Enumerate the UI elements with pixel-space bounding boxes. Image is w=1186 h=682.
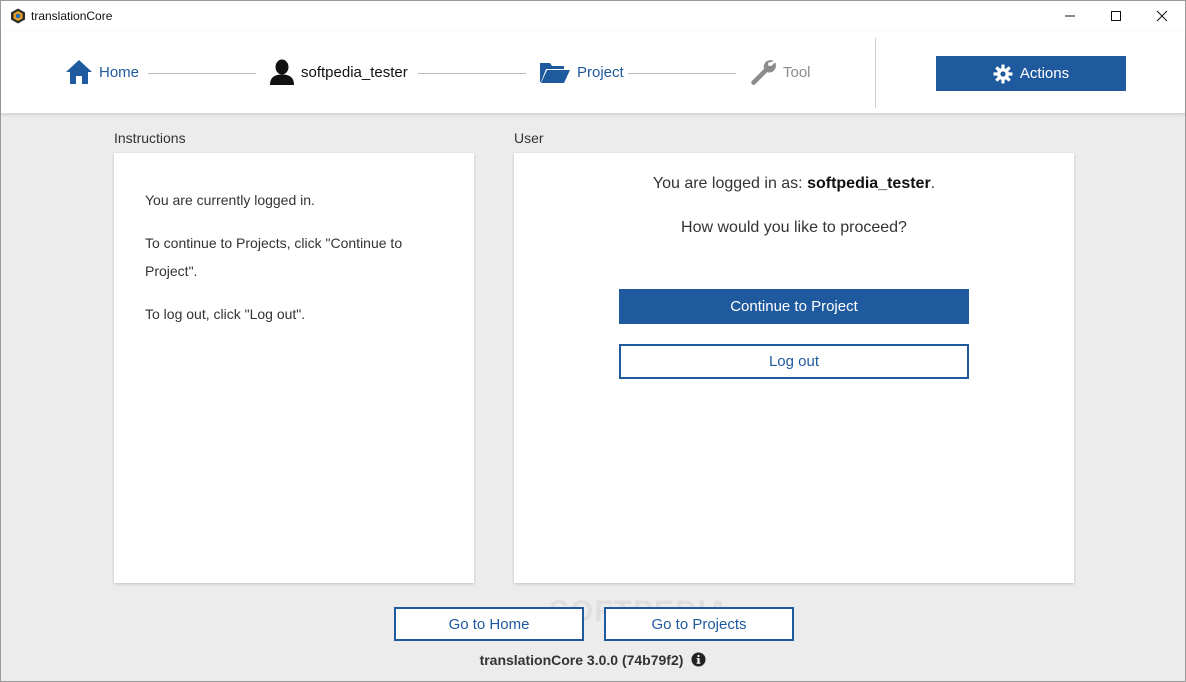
maximize-button[interactable] bbox=[1093, 1, 1139, 31]
folder-open-icon bbox=[540, 63, 570, 83]
instruction-line: You are currently logged in. bbox=[145, 192, 315, 208]
title-bar: translationCore bbox=[1, 1, 1185, 31]
logged-in-status: You are logged in as: softpedia_tester. bbox=[514, 175, 1074, 193]
app-logo-icon bbox=[11, 8, 25, 24]
close-button[interactable] bbox=[1139, 1, 1185, 31]
user-icon bbox=[270, 59, 294, 85]
app-window: translationCore Home softpedia_tester Pr… bbox=[0, 0, 1186, 682]
gear-icon bbox=[993, 64, 1013, 83]
instructions-panel: You are currently logged in. To continue… bbox=[114, 153, 474, 583]
step-home-label: Home bbox=[99, 63, 140, 81]
step-user-label: softpedia_tester bbox=[301, 63, 408, 81]
proceed-question: How would you like to proceed? bbox=[681, 219, 907, 236]
home-icon bbox=[66, 60, 92, 84]
log-out-button[interactable]: Log out bbox=[619, 344, 969, 379]
close-icon bbox=[1156, 10, 1168, 22]
logged-in-prefix: You are logged in as: bbox=[652, 175, 808, 192]
step-project-label: Project bbox=[577, 63, 624, 81]
wrench-icon bbox=[751, 60, 776, 85]
instruction-line: To continue to Projects, click "Continue… bbox=[145, 235, 403, 279]
version-bar: translationCore 3.0.0 (74b79f2) bbox=[1, 651, 1185, 668]
header-divider bbox=[875, 38, 876, 108]
step-home[interactable]: Home bbox=[65, 55, 139, 89]
step-tool-label: Tool bbox=[783, 63, 811, 81]
actions-button-label: Actions bbox=[1019, 65, 1070, 82]
step-connector bbox=[148, 73, 256, 74]
instructions-heading: Instructions bbox=[114, 130, 186, 146]
step-user[interactable]: softpedia_tester bbox=[269, 55, 408, 89]
maximize-icon bbox=[1111, 11, 1121, 21]
go-to-home-button[interactable]: Go to Home bbox=[394, 607, 584, 641]
step-connector bbox=[418, 73, 526, 74]
version-text: translationCore 3.0.0 (74b79f2) bbox=[479, 652, 684, 668]
user-heading: User bbox=[514, 130, 544, 146]
minimize-button[interactable] bbox=[1047, 1, 1093, 31]
step-project[interactable]: Project bbox=[539, 55, 624, 89]
go-to-projects-button[interactable]: Go to Projects bbox=[604, 607, 794, 641]
user-panel: You are logged in as: softpedia_tester. … bbox=[514, 153, 1074, 583]
minimize-icon bbox=[1065, 15, 1075, 17]
continue-to-project-button[interactable]: Continue to Project bbox=[619, 289, 969, 324]
navigation-header: Home softpedia_tester Project Tool Actio… bbox=[1, 31, 1185, 114]
step-tool[interactable]: Tool bbox=[749, 55, 811, 89]
instruction-line: To log out, click "Log out". bbox=[145, 306, 306, 322]
window-title: translationCore bbox=[31, 9, 113, 23]
step-connector bbox=[628, 73, 736, 74]
info-icon[interactable] bbox=[691, 651, 706, 667]
instructions-text: You are currently logged in. To continue… bbox=[145, 186, 445, 343]
actions-button[interactable]: Actions bbox=[936, 56, 1126, 91]
logged-in-username: softpedia_tester bbox=[807, 175, 931, 192]
logged-in-suffix: . bbox=[930, 175, 936, 192]
